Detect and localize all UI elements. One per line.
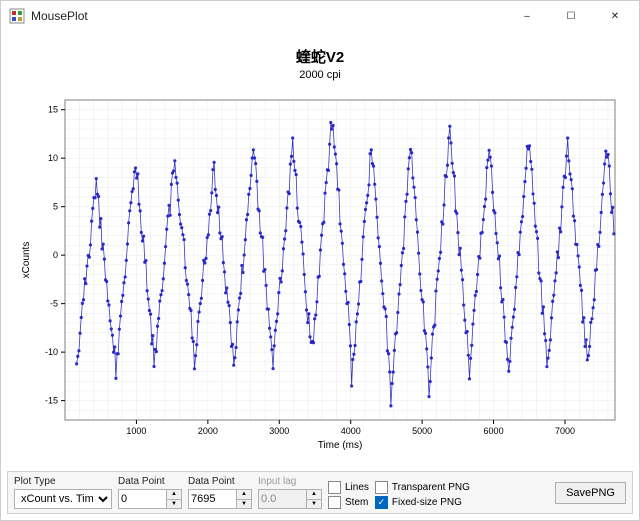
plot-type-select[interactable]: xCount vs. Time	[14, 489, 112, 509]
svg-text:5000: 5000	[412, 426, 432, 436]
input-lag-input	[258, 489, 306, 509]
svg-text:2000: 2000	[198, 426, 218, 436]
close-button[interactable]: ✕	[593, 1, 637, 31]
app-window: MousePlot – ☐ ✕ 蝰蛇V2 2000 cpi 1000 2000 3000…	[0, 0, 640, 521]
fixed-checkbox-label: Fixed-size PNG	[392, 497, 462, 508]
svg-text:xCounts: xCounts	[21, 242, 32, 279]
window-title: MousePlot	[31, 9, 505, 23]
input-lag-label: Input lag	[258, 476, 322, 487]
svg-text:2000 cpi: 2000 cpi	[299, 69, 341, 81]
svg-text:-15: -15	[45, 396, 58, 406]
plot-type-control: Plot Type xCount vs. Time	[14, 476, 112, 509]
fixed-checkbox-row[interactable]: Fixed-size PNG	[375, 496, 470, 509]
end-point-input[interactable]	[188, 489, 236, 509]
svg-text:15: 15	[48, 105, 58, 115]
start-point-control: Data Point ▲▼	[118, 476, 182, 509]
app-icon	[9, 8, 25, 24]
svg-text:3000: 3000	[269, 426, 289, 436]
plot-type-label: Plot Type	[14, 476, 112, 487]
svg-text:1000: 1000	[126, 426, 146, 436]
stem-checkbox-row[interactable]: Stem	[328, 496, 369, 509]
end-point-spin[interactable]: ▲▼	[236, 489, 252, 509]
stem-checkbox[interactable]	[328, 496, 341, 509]
start-point-label: Data Point	[118, 476, 182, 487]
window-controls: – ☐ ✕	[505, 1, 637, 31]
svg-text:6000: 6000	[484, 426, 504, 436]
svg-text:蝰蛇V2: 蝰蛇V2	[296, 48, 344, 66]
chart: 蝰蛇V2 2000 cpi 1000 2000 3000 4000 5000 6000 7000…	[15, 35, 625, 465]
lines-checkbox-label: Lines	[345, 482, 369, 493]
svg-text:7000: 7000	[555, 426, 575, 436]
minimize-button[interactable]: –	[505, 1, 549, 31]
save-png-button[interactable]: SavePNG	[555, 482, 626, 504]
svg-text:-5: -5	[50, 299, 58, 309]
input-lag-spin: ▲▼	[306, 489, 322, 509]
transparent-checkbox[interactable]	[375, 481, 388, 494]
plot-area: 蝰蛇V2 2000 cpi 1000 2000 3000 4000 5000 6000 7000…	[1, 31, 639, 469]
input-lag-control: Input lag ▲▼	[258, 476, 322, 509]
start-point-spin[interactable]: ▲▼	[166, 489, 182, 509]
svg-text:5: 5	[53, 202, 58, 212]
fixed-checkbox[interactable]	[375, 496, 388, 509]
lines-checkbox[interactable]	[328, 481, 341, 494]
maximize-button[interactable]: ☐	[549, 1, 593, 31]
svg-text:-10: -10	[45, 347, 58, 357]
lines-checkbox-row[interactable]: Lines	[328, 481, 369, 494]
end-point-control: Data Point ▲▼	[188, 476, 252, 509]
titlebar: MousePlot – ☐ ✕	[1, 1, 639, 31]
stem-checkbox-label: Stem	[345, 497, 368, 508]
svg-text:Time (ms): Time (ms)	[318, 440, 363, 451]
end-point-label: Data Point	[188, 476, 252, 487]
svg-text:10: 10	[48, 153, 58, 163]
transparent-checkbox-label: Transparent PNG	[392, 482, 470, 493]
start-point-input[interactable]	[118, 489, 166, 509]
svg-text:4000: 4000	[341, 426, 361, 436]
controls-panel: Plot Type xCount vs. Time Data Point ▲▼ …	[7, 471, 633, 514]
transparent-checkbox-row[interactable]: Transparent PNG	[375, 481, 470, 494]
svg-text:0: 0	[53, 250, 58, 260]
